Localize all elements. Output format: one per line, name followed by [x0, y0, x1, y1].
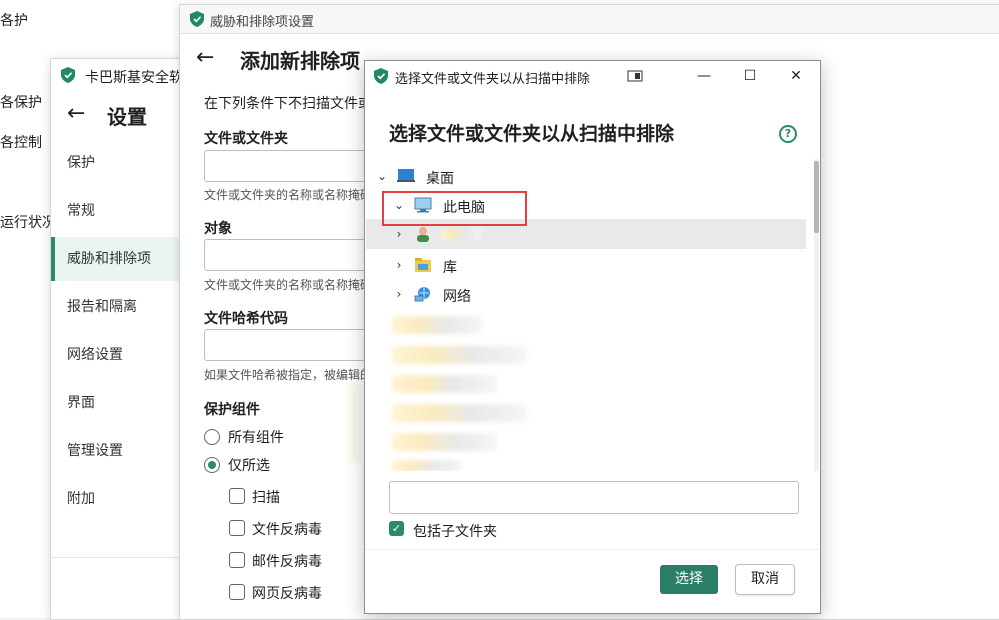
kaspersky-shield-icon: [61, 67, 75, 83]
file-folder-hint: 文件或文件夹的名称或名称掩码: [204, 188, 373, 202]
cancel-button[interactable]: 取消: [735, 564, 795, 595]
checkbox-web-antivirus[interactable]: [229, 584, 245, 600]
chevron-right-icon[interactable]: ›: [393, 228, 405, 240]
close-button[interactable]: ✕: [773, 61, 819, 91]
library-icon: [415, 258, 431, 272]
blurred-label: [441, 228, 481, 240]
settings-heading: 设置: [107, 105, 147, 129]
exclusion-window-title: 威胁和排除项设置: [210, 15, 315, 30]
object-label: 对象: [204, 221, 232, 237]
nav-item-management[interactable]: 管理设置: [51, 429, 191, 473]
nav-item-additional[interactable]: 附加: [51, 477, 191, 521]
checkbox-file-antivirus[interactable]: [229, 520, 245, 536]
radio-all-label: 所有组件: [228, 430, 284, 446]
bg-item-control: 各控制: [0, 135, 42, 151]
network-icon: [414, 287, 430, 302]
user-folder-icon: [417, 227, 429, 242]
nav-item-interface[interactable]: 界面: [51, 381, 191, 425]
dialog-heading: 选择文件或文件夹以从扫描中排除: [389, 123, 675, 145]
components-label: 保护组件: [204, 402, 260, 418]
minimize-button[interactable]: —: [681, 61, 727, 91]
maximize-button[interactable]: ☐: [727, 61, 773, 91]
chevron-down-icon[interactable]: ⌄: [376, 170, 388, 182]
object-hint: 文件或文件夹的名称或名称掩码: [204, 278, 373, 292]
file-folder-label: 文件或文件夹: [204, 131, 288, 147]
chevron-right-icon[interactable]: ›: [393, 259, 405, 271]
bg-item-protection2: 各保护: [0, 95, 42, 111]
settings-window-title: 卡巴斯基安全软: [85, 70, 183, 86]
bg-item-protection: 各护: [0, 13, 28, 29]
radio-all-components[interactable]: [204, 429, 220, 445]
kaspersky-shield-icon: [374, 68, 388, 84]
include-subfolders-checkbox[interactable]: ✓: [389, 521, 404, 536]
component-file-av-label: 文件反病毒: [252, 522, 322, 538]
blurred-tree-row: [392, 373, 532, 395]
back-arrow-icon[interactable]: ←: [196, 45, 214, 70]
dialog-title: 选择文件或文件夹以从扫描中排除: [395, 72, 591, 87]
checkbox-scan[interactable]: [229, 488, 245, 504]
blurred-artifact: [348, 383, 362, 463]
tree-item-label: 库: [443, 260, 457, 276]
dialog-footer-divider: [365, 549, 820, 550]
radio-selected-components[interactable]: [204, 457, 220, 473]
tree-item-network[interactable]: › 网络: [366, 279, 806, 309]
blurred-tree-row: [392, 431, 532, 453]
component-web-av-label: 网页反病毒: [252, 586, 322, 602]
annotation-highlight-box: [382, 191, 527, 226]
tree-item-desktop[interactable]: ⌄ 桌面: [366, 161, 806, 191]
nav-item-reports[interactable]: 报告和隔离: [51, 285, 191, 329]
help-icon[interactable]: ?: [779, 125, 797, 143]
desktop-icon: [397, 169, 415, 182]
select-button[interactable]: 选择: [660, 565, 718, 594]
kaspersky-shield-icon: [190, 11, 204, 27]
tree-item-library[interactable]: › 库: [366, 250, 806, 280]
tree-item-label: 网络: [443, 289, 471, 305]
bg-item-status: 运行状况: [0, 215, 56, 231]
exclusion-heading: 添加新排除项: [240, 49, 360, 73]
select-file-dialog: 选择文件或文件夹以从扫描中排除 — ☐ ✕ 选择文件或文件夹以从扫描中排除 ? …: [364, 60, 821, 614]
include-subfolders-label: 包括子文件夹: [413, 524, 497, 540]
hash-hint: 如果文件哈希被指定，被编辑的: [204, 368, 373, 382]
hash-label: 文件哈希代码: [204, 311, 288, 327]
keyboard-icon[interactable]: [627, 70, 643, 82]
blurred-tree-row: [392, 402, 532, 424]
tree-scrollbar-thumb[interactable]: [814, 161, 819, 233]
blurred-tree-row: [392, 458, 532, 471]
chevron-right-icon[interactable]: ›: [393, 288, 405, 300]
component-mail-av-label: 邮件反病毒: [252, 554, 322, 570]
nav-item-protection[interactable]: 保护: [51, 141, 191, 185]
blurred-tree-row: [392, 344, 532, 366]
nav-item-network[interactable]: 网络设置: [51, 333, 191, 377]
exclusion-intro: 在下列条件下不扫描文件或: [204, 96, 372, 112]
radio-selected-label: 仅所选: [228, 458, 270, 474]
settings-window: 卡巴斯基安全软 ← 设置 保护 常规 威胁和排除项 报告和隔离 网络设置 界面 …: [50, 58, 192, 620]
component-scan-label: 扫描: [252, 490, 280, 506]
back-arrow-icon[interactable]: ←: [67, 101, 85, 126]
nav-item-general[interactable]: 常规: [51, 189, 191, 233]
settings-divider: [51, 557, 191, 558]
checkbox-mail-antivirus[interactable]: [229, 552, 245, 568]
blurred-tree-row: [392, 314, 512, 336]
path-input[interactable]: [389, 481, 799, 514]
tree-item-label: 桌面: [426, 171, 454, 187]
nav-item-threats-exclusions[interactable]: 威胁和排除项: [51, 237, 191, 281]
